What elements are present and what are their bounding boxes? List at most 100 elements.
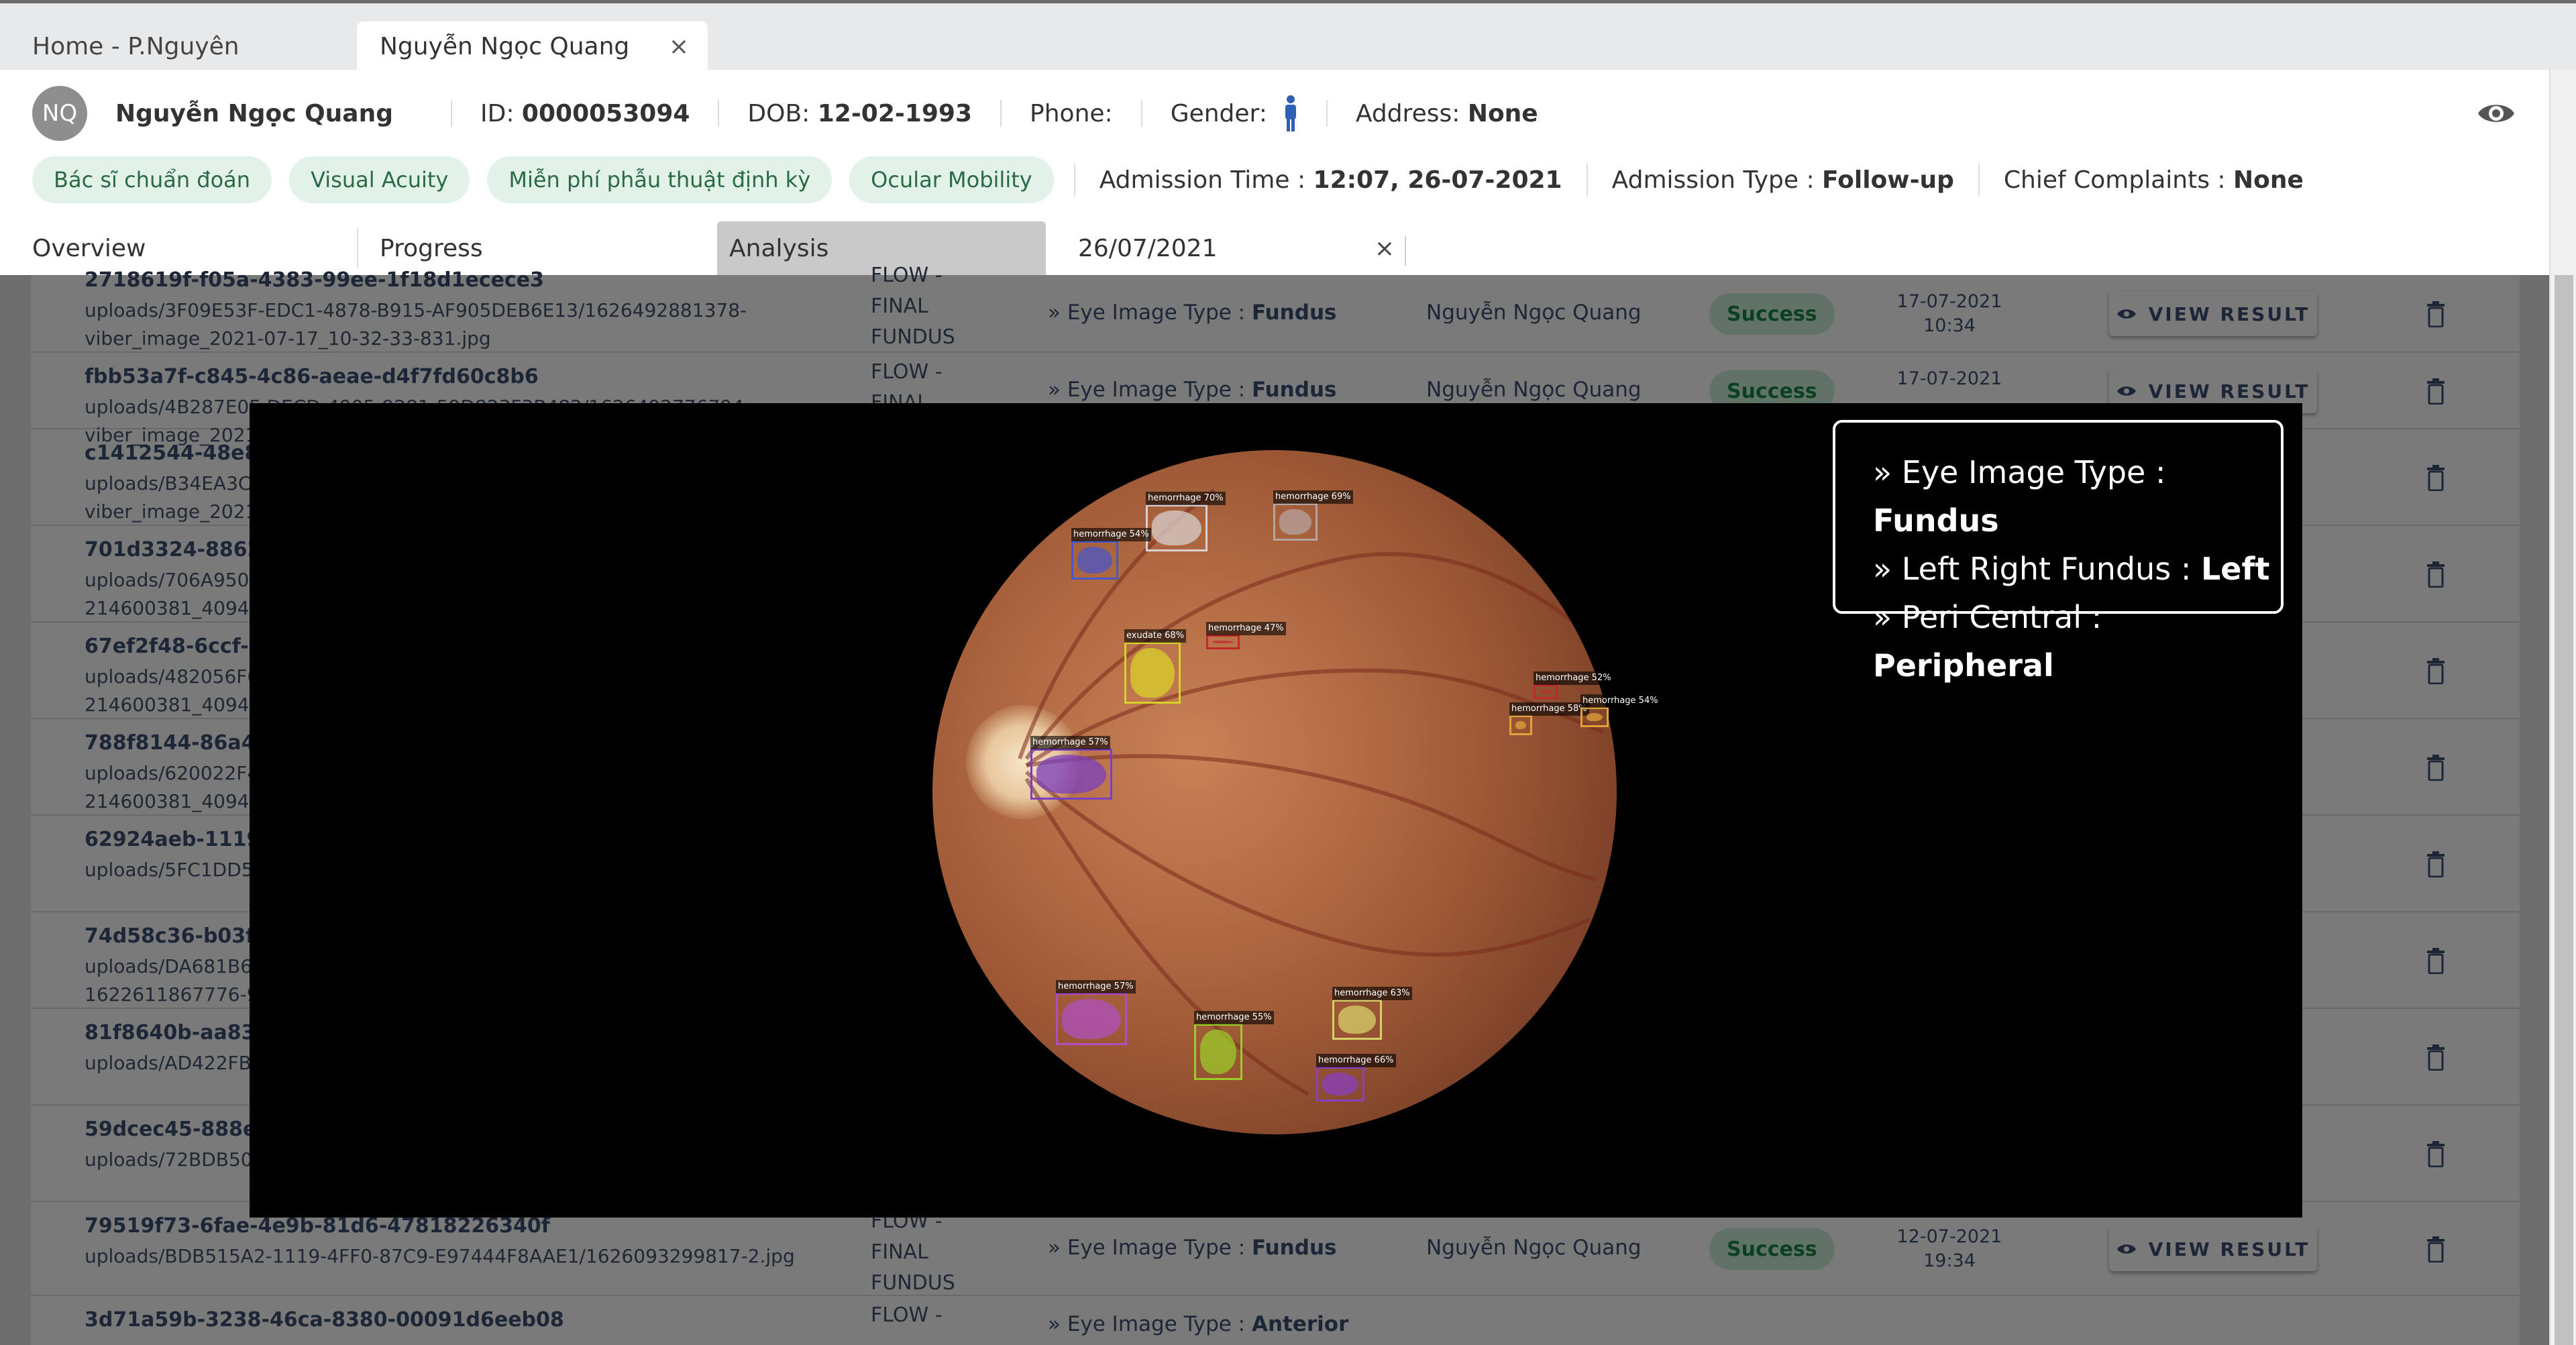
tab-home[interactable]: Home - P.Nguyên bbox=[32, 21, 239, 71]
patient-dob: DOB: 12-02-1993 bbox=[747, 100, 972, 127]
chip-free-surgery[interactable]: Miễn phí phẫu thuật định kỳ bbox=[487, 156, 833, 203]
row-eye-image-type: » Eye Image Type : Fundus bbox=[1048, 301, 1336, 325]
patient-header: NQ Nguyễn Ngọc Quang ID: 0000053094 DOB:… bbox=[0, 70, 2549, 275]
row-path-1: uploads/620022F4- bbox=[85, 762, 266, 784]
detection-label: hemorrhage 54% bbox=[1580, 694, 1660, 708]
row-id: 788f8144-86a4-4 bbox=[85, 731, 278, 755]
row-id: 2718619f-f05a-4383-99ee-1f18d1ecece3 bbox=[85, 268, 544, 292]
detection-label: hemorrhage 55% bbox=[1194, 1011, 1274, 1024]
row-flow-1: FLOW - bbox=[871, 264, 943, 287]
patient-address: Address: None bbox=[1356, 100, 1538, 127]
status-badge: Success bbox=[1709, 293, 1835, 335]
admission-type-value: Follow-up bbox=[1822, 166, 1954, 194]
row-path-1: uploads/482056F6- bbox=[85, 665, 266, 688]
trash-icon[interactable] bbox=[2426, 1140, 2446, 1167]
row-path-1: uploads/5FC1DD5D- bbox=[85, 859, 275, 881]
trash-icon[interactable] bbox=[2426, 464, 2446, 491]
row-eye-image-type-value: Fundus bbox=[1251, 1236, 1337, 1260]
tab-patient[interactable]: Nguyễn Ngọc Quang × bbox=[357, 21, 708, 71]
divider bbox=[718, 100, 720, 127]
tab-patient-label: Nguyễn Ngọc Quang bbox=[380, 32, 630, 60]
patient-id: ID: 0000053094 bbox=[480, 100, 690, 127]
detection-label: hemorrhage 63% bbox=[1332, 987, 1412, 1000]
row-doctor: Nguyễn Ngọc Quang bbox=[1426, 378, 1642, 402]
lesion-mask bbox=[1036, 755, 1106, 794]
row-flow-3: FUNDUS bbox=[871, 325, 955, 349]
divider bbox=[451, 100, 452, 127]
trash-icon[interactable] bbox=[2426, 851, 2446, 877]
patient-id-value: 0000053094 bbox=[521, 99, 690, 127]
row-time: 19:34 bbox=[1923, 1250, 1976, 1271]
eye-icon bbox=[2116, 309, 2136, 319]
row-date: 17-07-2021 bbox=[1896, 368, 2002, 389]
row-path-1: uploads/AD422FB6- bbox=[85, 1052, 270, 1074]
divider bbox=[1140, 100, 1142, 127]
scrollbar[interactable] bbox=[2549, 70, 2576, 1345]
row-doctor: Nguyễn Ngọc Quang bbox=[1426, 301, 1642, 325]
close-tab-icon[interactable]: × bbox=[669, 33, 689, 60]
row-path-1: uploads/72BDB505- bbox=[85, 1148, 272, 1171]
chip-doctor-diagnosis[interactable]: Bác sĩ chuẩn đoán bbox=[32, 156, 272, 203]
tab-date[interactable]: 26/07/2021 × bbox=[1046, 221, 1408, 275]
eye-icon[interactable] bbox=[2477, 97, 2516, 130]
info-peri-central-value: Peripheral bbox=[1873, 647, 2054, 684]
patient-dob-label: DOB: bbox=[747, 99, 818, 127]
patient-gender-label: Gender: bbox=[1170, 99, 1267, 127]
chief-complaints: Chief Complaints : None bbox=[2004, 166, 2304, 194]
admission-time-value: 12:07, 26-07-2021 bbox=[1313, 166, 1562, 194]
trash-icon[interactable] bbox=[2426, 378, 2446, 405]
row-flow-2: FINAL bbox=[871, 294, 928, 318]
trash-icon[interactable] bbox=[2426, 561, 2446, 588]
row-path-2: 214600381_40940 bbox=[85, 597, 262, 619]
lesion-mask bbox=[1540, 690, 1552, 693]
chip-row: Bác sĩ chuẩn đoán Visual Acuity Miễn phí… bbox=[32, 152, 2304, 208]
patient-address-value: None bbox=[1467, 99, 1538, 127]
detection-label: hemorrhage 57% bbox=[1056, 980, 1136, 993]
trash-icon[interactable] bbox=[2426, 301, 2446, 327]
divider bbox=[1405, 236, 1406, 266]
row-path-1: uploads/B34EA3C3- bbox=[85, 472, 270, 494]
lesion-mask bbox=[1279, 509, 1311, 535]
row-path-2: viber_image_2021-07-17_10-32-33-831.jpg bbox=[85, 327, 491, 349]
detection-label: hemorrhage 69% bbox=[1273, 490, 1353, 504]
row-eye-image-type: » Eye Image Type : Fundus bbox=[1048, 1236, 1336, 1260]
view-result-label: VIEW RESULT bbox=[2148, 303, 2310, 325]
patient-address-label: Address: bbox=[1355, 99, 1468, 127]
tab-progress[interactable]: Progress bbox=[358, 221, 717, 275]
lesion-mask bbox=[1322, 1073, 1358, 1095]
tab-home-label: Home - P.Nguyên bbox=[32, 32, 239, 60]
row-eye-image-type-value: Anterior bbox=[1251, 1312, 1349, 1336]
trash-icon[interactable] bbox=[2426, 1236, 2446, 1262]
trash-icon[interactable] bbox=[2426, 754, 2446, 781]
view-result-button[interactable]: VIEW RESULT bbox=[2109, 1227, 2317, 1271]
row-doctor: Nguyễn Ngọc Quang bbox=[1426, 1236, 1642, 1260]
tab-overview[interactable]: Overview bbox=[0, 228, 358, 268]
trash-icon[interactable] bbox=[2426, 657, 2446, 684]
chip-ocular-mobility[interactable]: Ocular Mobility bbox=[849, 156, 1054, 203]
row-id: 74d58c36-b03f-4 bbox=[85, 924, 277, 948]
lesion-mask bbox=[1077, 547, 1112, 574]
row-eye-image-type-label: » Eye Image Type : bbox=[1048, 378, 1252, 402]
lesion-mask bbox=[1212, 641, 1234, 643]
chip-visual-acuity[interactable]: Visual Acuity bbox=[289, 156, 470, 203]
row-eye-image-type-value: Fundus bbox=[1251, 301, 1337, 325]
trash-icon[interactable] bbox=[2426, 1044, 2446, 1071]
row-id: 79519f73-6fae-4e9b-81d6-47818226340f bbox=[85, 1214, 550, 1238]
close-date-tab-icon[interactable]: × bbox=[1375, 235, 1395, 262]
tab-date-label: 26/07/2021 bbox=[1078, 234, 1218, 262]
row-id: 3d71a59b-3238-46ca-8380-00091d6eeb08 bbox=[85, 1308, 564, 1332]
admission-time-label: Admission Time : bbox=[1099, 166, 1313, 194]
trash-icon[interactable] bbox=[2426, 947, 2446, 974]
row-id: fbb53a7f-c845-4c86-aeae-d4f7fd60c8b6 bbox=[85, 365, 539, 388]
view-result-button[interactable]: VIEW RESULT bbox=[2109, 292, 2317, 336]
divider bbox=[1326, 100, 1328, 127]
admission-type-label: Admission Type : bbox=[1611, 166, 1823, 194]
row-eye-image-type: » Eye Image Type : Fundus bbox=[1048, 378, 1336, 402]
info-peri-central: » Peri Central : Peripheral bbox=[1873, 593, 2281, 690]
male-person-icon bbox=[1285, 95, 1296, 131]
patient-id-label: ID: bbox=[480, 99, 522, 127]
scrollbar-thumb[interactable] bbox=[2555, 275, 2573, 1345]
chief-complaints-value: None bbox=[2233, 166, 2304, 194]
detection-box: exudate 68% bbox=[1124, 629, 1187, 704]
row-path-1: uploads/BDB515A2-1119-4FF0-87C9-E97444F8… bbox=[85, 1245, 795, 1267]
